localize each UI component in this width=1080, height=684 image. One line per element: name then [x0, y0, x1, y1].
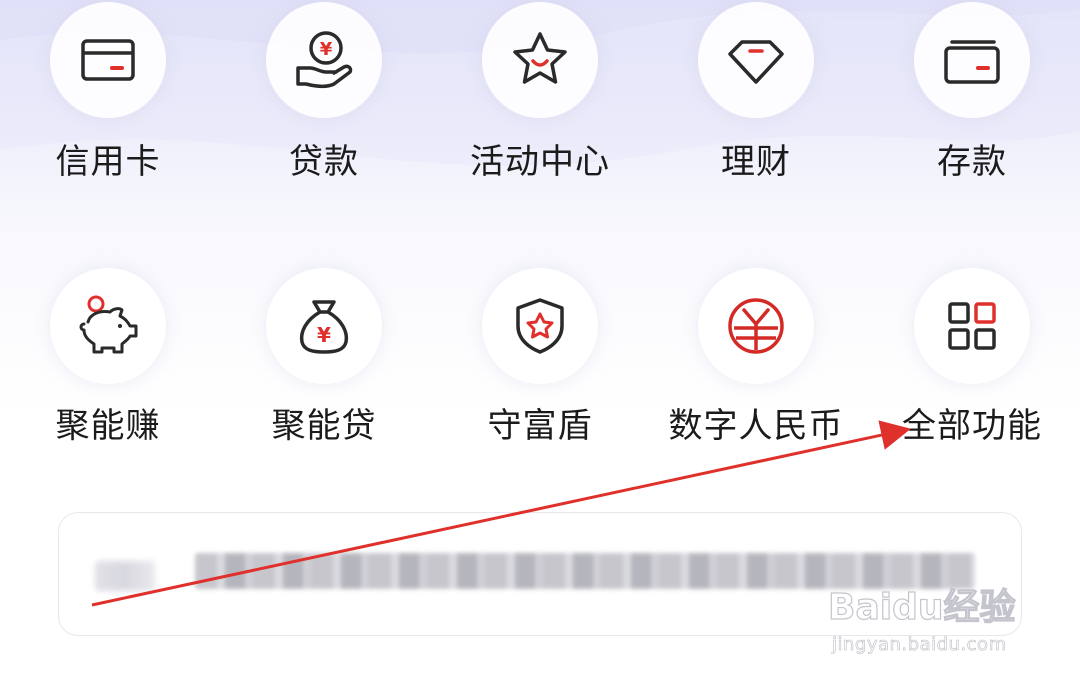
grid-item-label: 活动中心: [470, 142, 610, 182]
svg-text:¥: ¥: [320, 39, 333, 60]
grid-item-label: 数字人民币: [668, 406, 844, 446]
grid-item-all-functions[interactable]: 全部功能: [872, 262, 1072, 462]
piggy-bank-icon: [79, 295, 138, 354]
grid-item-shoufu-shield[interactable]: 守富盾: [440, 262, 640, 462]
deposit-icon-circle: [914, 2, 1030, 118]
svg-text:¥: ¥: [317, 323, 331, 347]
shield-star-icon: [516, 298, 564, 354]
grid-item-juneng-earn[interactable]: 聚能赚: [8, 262, 208, 462]
loan-yuan-hand-icon: ¥: [296, 31, 353, 89]
grid-item-label: 理财: [721, 142, 791, 182]
grid-item-juneng-loan[interactable]: ¥ 聚能贷: [224, 262, 424, 462]
diamond-icon: [728, 40, 784, 84]
grid-item-label: 贷款: [289, 142, 359, 182]
all-functions-grid-icon: [948, 302, 996, 350]
loan-icon-circle: ¥: [266, 2, 382, 118]
money-bag-icon: ¥: [299, 300, 349, 354]
grid-item-loan[interactable]: ¥ 贷款: [224, 0, 424, 200]
grid-item-digital-rmb[interactable]: 数字人民币: [656, 262, 856, 462]
grid-item-label: 信用卡: [55, 142, 161, 182]
function-row-2: 聚能赚 ¥ 聚能贷 守富盾 数字人民币 全部功能: [0, 262, 1080, 462]
star-smile-icon: [513, 32, 567, 84]
grid-item-activity-center[interactable]: 活动中心: [440, 0, 640, 200]
notice-icon-blurred: [95, 561, 155, 591]
shield-icon-circle: [482, 268, 598, 384]
digital-rmb-icon-circle: [698, 268, 814, 384]
all-functions-icon-circle: [914, 268, 1030, 384]
credit-card-icon-circle: [50, 2, 166, 118]
grid-item-credit-card[interactable]: 信用卡: [8, 0, 208, 200]
wallet-icon: [944, 40, 1000, 84]
grid-item-label: 聚能赚: [55, 406, 161, 446]
notice-panel[interactable]: [58, 512, 1022, 636]
digital-yuan-icon: [728, 298, 784, 354]
wealth-icon-circle: [698, 2, 814, 118]
grid-item-label: 聚能贷: [271, 406, 377, 446]
money-bag-icon-circle: ¥: [266, 268, 382, 384]
grid-item-deposit[interactable]: 存款: [872, 0, 1072, 200]
credit-card-icon: [81, 39, 135, 81]
watermark-site: jingyan.baidu.com: [832, 634, 1007, 656]
grid-item-label: 守富盾: [487, 406, 593, 446]
function-row-1: 信用卡 ¥ 贷款 活动中心 理财 存款: [0, 0, 1080, 200]
piggy-icon-circle: [50, 268, 166, 384]
grid-item-label: 存款: [937, 142, 1007, 182]
notice-text-blurred: [195, 553, 975, 589]
grid-item-wealth[interactable]: 理财: [656, 0, 856, 200]
grid-item-label: 全部功能: [902, 406, 1042, 446]
activity-icon-circle: [482, 2, 598, 118]
